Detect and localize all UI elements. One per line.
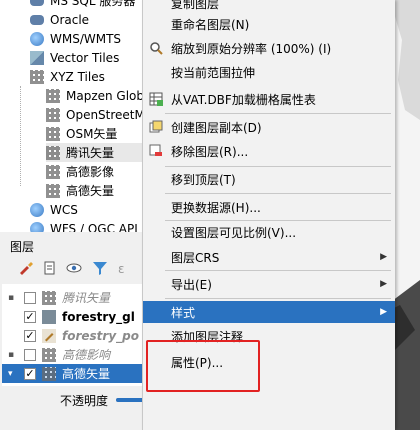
submenu-arrow-icon: ▶ bbox=[380, 279, 387, 289]
opacity-label: 不透明度 bbox=[60, 394, 109, 408]
browser-item-wfs[interactable]: WFS / OGC API bbox=[30, 219, 138, 232]
browser-item-gaode-imagery[interactable]: 高德影像 bbox=[46, 162, 114, 181]
browser-item-xyz-tiles[interactable]: XYZ Tiles bbox=[30, 67, 105, 86]
vector-tiles-icon bbox=[30, 50, 44, 65]
xyz-grid-icon bbox=[46, 107, 60, 122]
globe-icon bbox=[30, 31, 44, 46]
menu-item-set-visibility-scale[interactable]: 设置图层可见比例(V)... bbox=[143, 221, 395, 243]
xyz-grid-icon bbox=[30, 69, 44, 84]
layer-checkbox[interactable] bbox=[24, 348, 36, 361]
xyz-grid-icon bbox=[42, 290, 56, 305]
layer-checkbox[interactable]: ✓ bbox=[24, 310, 36, 323]
browser-item-wms[interactable]: WMS/WMTS bbox=[30, 29, 121, 48]
paintbrush-icon[interactable] bbox=[18, 260, 34, 276]
browser-item-oracle[interactable]: Oracle bbox=[30, 10, 89, 29]
browser-item-wcs[interactable]: WCS bbox=[30, 200, 78, 219]
collapse-icon[interactable]: ▾ bbox=[8, 369, 18, 379]
database-icon bbox=[30, 0, 44, 6]
menu-item-stretch-current-extent[interactable]: 按当前范围拉伸 bbox=[143, 61, 395, 83]
menu-item-style[interactable]: 样式 ▶ bbox=[143, 301, 395, 323]
submenu-arrow-icon: ▶ bbox=[380, 307, 387, 317]
menu-item-zoom-native[interactable]: 缩放到原始分辨率 (100%) (I) bbox=[143, 37, 395, 59]
remove-layer-icon bbox=[149, 144, 162, 156]
pencil-icon bbox=[42, 328, 56, 343]
svg-text:ε: ε bbox=[118, 262, 125, 276]
database-icon bbox=[30, 14, 44, 25]
zoom-native-icon bbox=[150, 42, 163, 55]
menu-item-load-raster-attribute-table[interactable]: 从VAT.DBF加载栅格属性表 bbox=[143, 88, 395, 110]
layer-checkbox[interactable] bbox=[24, 291, 36, 304]
xyz-grid-icon bbox=[46, 126, 60, 141]
browser-item-mapzen[interactable]: Mapzen Global bbox=[46, 86, 155, 105]
menu-item-copy-layer[interactable]: 复制图层 bbox=[143, 0, 395, 14]
layers-panel-title: 图层 bbox=[10, 240, 35, 254]
menu-item-rename-layer[interactable]: 重命名图层(N) bbox=[143, 13, 395, 35]
layer-checkbox[interactable]: ✓ bbox=[24, 329, 36, 342]
menu-separator bbox=[165, 166, 391, 167]
menu-item-move-to-top[interactable]: 移到顶层(T) bbox=[143, 168, 395, 190]
menu-item-change-data-source[interactable]: 更换数据源(H)... bbox=[143, 196, 395, 218]
raster-layer-icon bbox=[42, 309, 56, 324]
tree-guide-line bbox=[20, 86, 21, 186]
menu-separator bbox=[165, 113, 391, 114]
xyz-grid-icon bbox=[46, 88, 60, 103]
duplicate-layer-icon bbox=[149, 120, 163, 133]
menu-separator bbox=[165, 193, 391, 194]
xyz-grid-icon bbox=[42, 366, 56, 381]
globe-icon bbox=[30, 221, 44, 232]
layer-checkbox[interactable]: ✓ bbox=[24, 367, 36, 380]
xyz-grid-icon bbox=[46, 164, 60, 179]
menu-item-duplicate-layer[interactable]: 创建图层副本(D) bbox=[143, 116, 395, 138]
browser-item-mssql[interactable]: MS SQL 服务器 bbox=[30, 0, 135, 10]
filter-icon[interactable] bbox=[92, 260, 108, 276]
browser-item-osm-vector[interactable]: OSM矢量 bbox=[46, 124, 117, 143]
expand-icon[interactable]: ▪ bbox=[8, 350, 18, 360]
globe-icon bbox=[30, 202, 44, 217]
add-group-icon[interactable] bbox=[42, 260, 58, 276]
menu-item-layer-crs[interactable]: 图层CRS ▶ bbox=[143, 246, 395, 268]
menu-item-export[interactable]: 导出(E) ▶ bbox=[143, 273, 395, 295]
submenu-arrow-icon: ▶ bbox=[380, 252, 387, 262]
eye-icon[interactable] bbox=[66, 260, 82, 276]
xyz-grid-icon bbox=[46, 183, 60, 198]
xyz-grid-icon bbox=[46, 145, 60, 160]
raster-table-icon bbox=[149, 92, 163, 106]
menu-separator bbox=[165, 298, 391, 299]
expression-filter-icon[interactable]: ε bbox=[116, 260, 132, 276]
menu-item-remove-layer[interactable]: 移除图层(R)... bbox=[143, 140, 395, 162]
browser-item-gaode-vector[interactable]: 高德矢量 bbox=[46, 181, 114, 200]
browser-item-vector-tiles[interactable]: Vector Tiles bbox=[30, 48, 119, 67]
highlight-annotation-box bbox=[146, 340, 260, 392]
menu-separator bbox=[165, 270, 391, 271]
expand-icon[interactable]: ▪ bbox=[8, 293, 18, 303]
xyz-grid-icon bbox=[42, 347, 56, 362]
